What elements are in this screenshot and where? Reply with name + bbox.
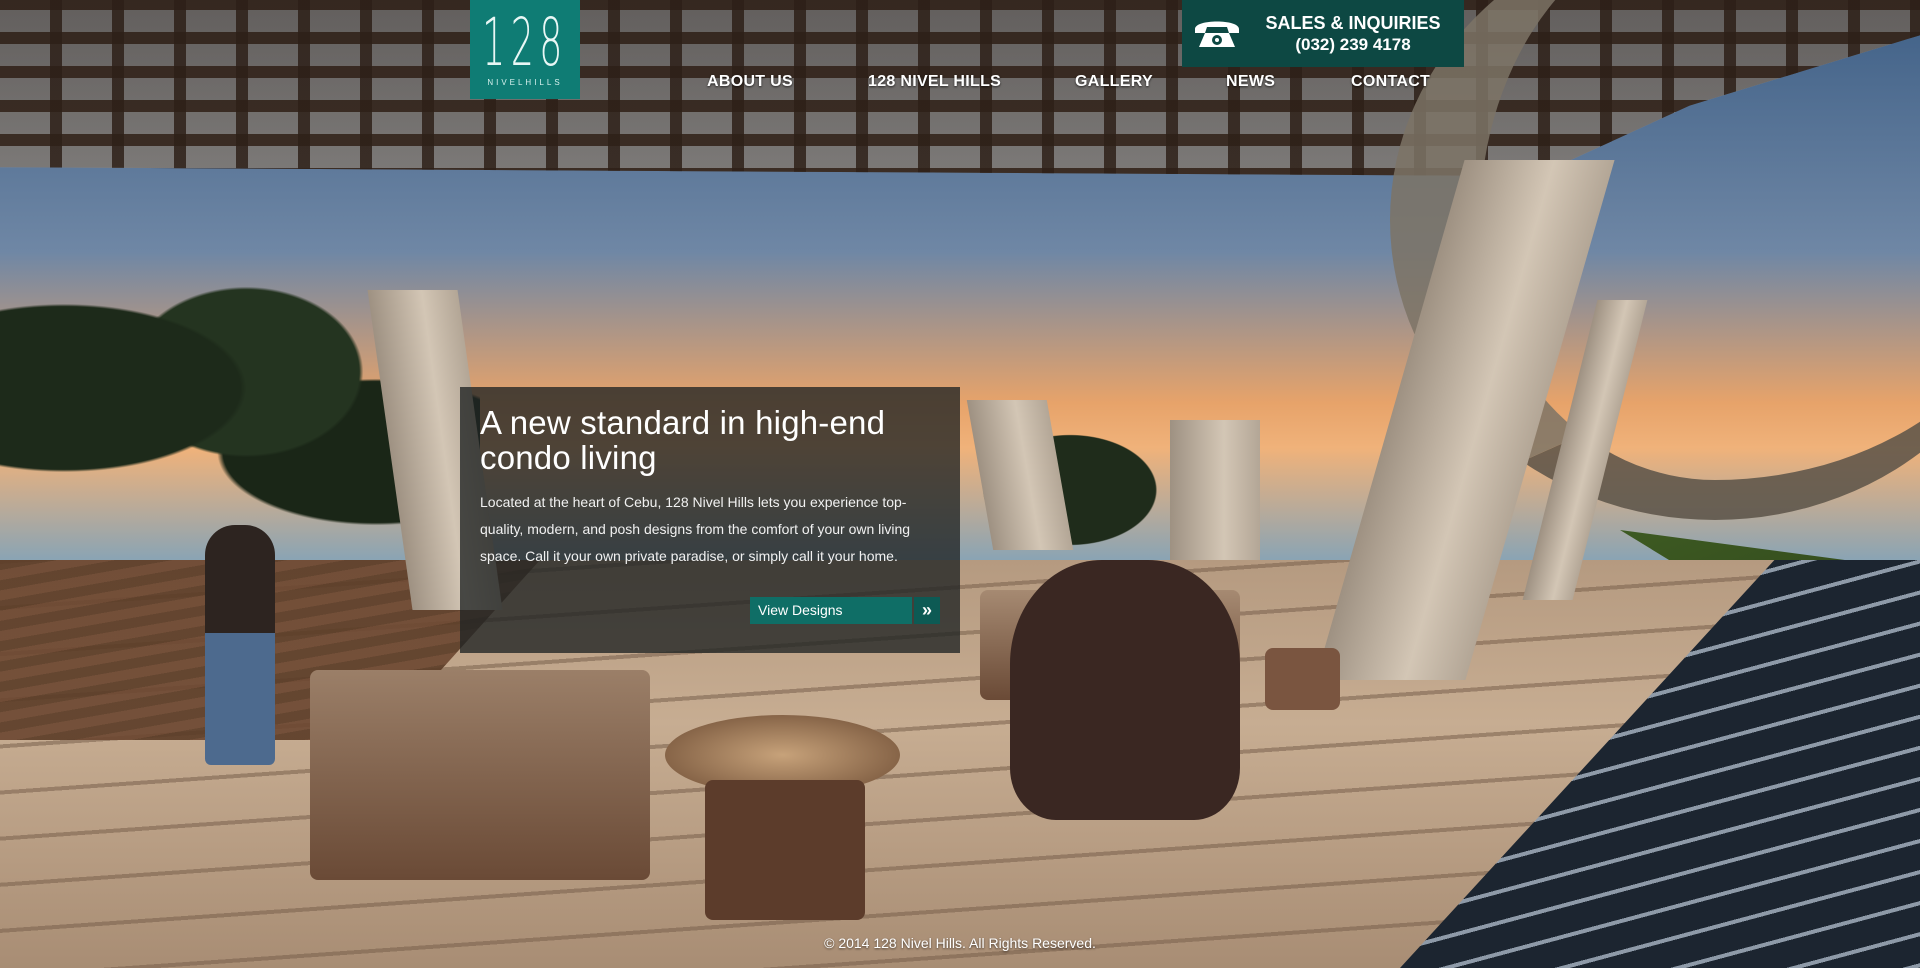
- person-figure: [205, 525, 275, 765]
- side-table: [705, 780, 865, 920]
- nav-news[interactable]: NEWS: [1226, 73, 1275, 91]
- hero-description: Located at the heart of Cebu, 128 Nivel …: [480, 494, 911, 564]
- background-scene: [0, 0, 1920, 968]
- sofa: [310, 670, 650, 880]
- sales-title: SALES & INQUIRIES: [1265, 12, 1441, 33]
- footer-copyright: © 2014 128 Nivel Hills. All Rights Reser…: [824, 935, 1096, 951]
- nav-about-us[interactable]: ABOUT US: [707, 73, 793, 91]
- sales-phone-number[interactable]: (032) 239 4178: [1252, 34, 1454, 56]
- nav-gallery[interactable]: GALLERY: [1075, 73, 1153, 91]
- armchair: [1010, 560, 1240, 820]
- telephone-icon: [1182, 17, 1252, 51]
- view-designs-label: View Designs: [750, 597, 912, 624]
- side-table: [1265, 648, 1340, 710]
- nav-contact[interactable]: CONTACT: [1351, 73, 1430, 91]
- hero-title: A new standard in high-end condo living: [480, 404, 886, 476]
- logo[interactable]: 128 NIVELHILLS: [470, 0, 580, 99]
- double-chevron-right-icon: »: [914, 597, 940, 624]
- nav-128-nivel-hills[interactable]: 128 NIVEL HILLS: [868, 73, 1001, 91]
- logo-number: 128: [482, 4, 568, 81]
- view-designs-button[interactable]: View Designs »: [750, 597, 940, 624]
- pillar: [1170, 420, 1260, 560]
- hero-box: A new standard in high-end condo living …: [460, 387, 960, 653]
- sales-inquiries-box: SALES & INQUIRIES (032) 239 4178: [1182, 0, 1464, 67]
